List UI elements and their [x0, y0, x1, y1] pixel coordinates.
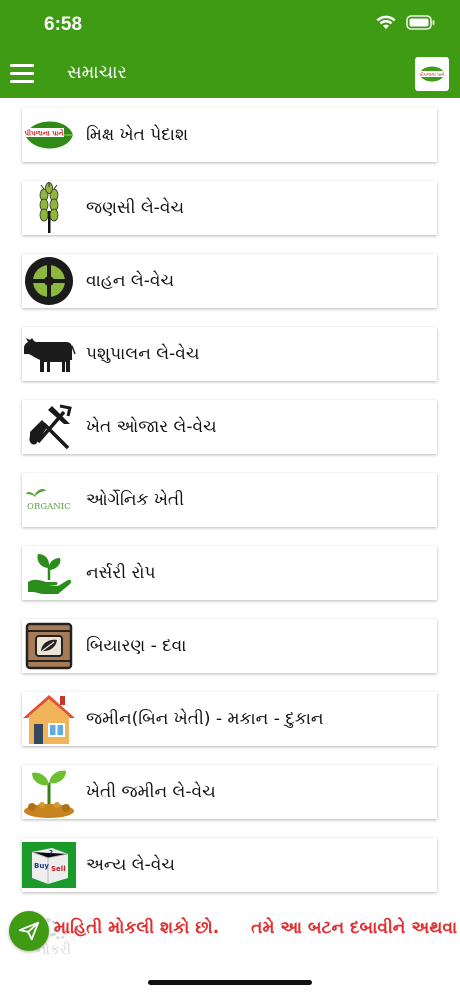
marquee-ticker: માહિતી મોકલી શકો છો. તમે આ બટન દબાવીને અથ… — [0, 906, 460, 952]
tire-icon — [22, 254, 76, 308]
svg-text:Buy: Buy — [34, 862, 49, 870]
seedling-hand-icon — [22, 546, 76, 600]
battery-icon — [406, 15, 435, 30]
wheat-icon — [22, 181, 76, 235]
list-item-label: બિયારણ - દવા — [86, 636, 187, 656]
list-item-label: જમીન(બિન ખેતી) - મકાન - દુકાન — [86, 709, 324, 729]
buy-sell-dice-icon: Buy Sell ? — [22, 838, 76, 892]
ticker-part-2: તમે આ બટન દબાવીને અથવા — [251, 918, 458, 938]
list-item-label: ખેતી જમીન લે-વેચ — [86, 782, 216, 802]
list-item[interactable]: પશુપાલન લે-વેચ — [22, 327, 437, 381]
organic-icon: ORGANIC — [22, 473, 76, 527]
list-item-label: પશુપાલન લે-વેચ — [86, 344, 200, 364]
seed-bag-icon — [22, 619, 76, 673]
list-item-label: વાહન લે-વેચ — [86, 271, 175, 291]
plant-soil-icon — [22, 765, 76, 819]
svg-text:પીપળાના પાને: પીપળાના પાને — [24, 128, 64, 137]
list-item-label: નર્સરી રોપ — [86, 563, 156, 583]
hamburger-menu-icon[interactable] — [10, 64, 34, 83]
list-item[interactable]: પીપળાના પાને મિક્ષ ખેત પેદાશ — [22, 108, 437, 162]
list-item[interactable]: ખેતી જમીન લે-વેચ — [22, 765, 437, 819]
list-item[interactable]: જણસી લે-વેચ — [22, 181, 437, 235]
list-item-label: ઓર્ગેનિક ખેતી — [86, 490, 185, 510]
list-item-label: મિક્ષ ખેત પેદાશ — [86, 125, 189, 145]
ticker-part-1: માહિતી મોકલી શકો છો. — [54, 918, 220, 938]
svg-text:Sell: Sell — [51, 865, 66, 873]
house-icon — [22, 692, 76, 746]
list-item[interactable]: વાહન લે-વેચ — [22, 254, 437, 308]
home-indicator[interactable] — [148, 980, 312, 985]
list-item[interactable]: બિયારણ - દવા — [22, 619, 437, 673]
list-item[interactable]: ORGANIC ઓર્ગેનિક ખેતી — [22, 473, 437, 527]
list-item-label: જણસી લે-વેચ — [86, 198, 185, 218]
send-icon — [18, 921, 40, 941]
svg-text:?: ? — [49, 849, 53, 857]
app-logo[interactable]: પીપળાના પાને — [415, 57, 449, 91]
list-item[interactable]: જમીન(બિન ખેતી) - મકાન - દુકાન — [22, 692, 437, 746]
svg-text:ORGANIC: ORGANIC — [27, 502, 71, 512]
page-title: સમાચાર — [67, 62, 127, 83]
leaf-logo-icon: પીપળાના પાને — [419, 66, 445, 82]
leaf-logo-icon: પીપળાના પાને — [22, 108, 76, 162]
tools-icon — [22, 400, 76, 454]
ticker-text: માહિતી મોકલી શકો છો. તમે આ બટન દબાવીને અથ… — [54, 918, 457, 938]
list-item[interactable]: નર્સરી રોપ — [22, 546, 437, 600]
cow-icon — [22, 327, 76, 381]
list-item[interactable]: ખેત ઓજાર લે-વેચ — [22, 400, 437, 454]
status-time: 6:58 — [44, 14, 83, 35]
send-info-button[interactable] — [9, 911, 49, 951]
list-item-label: ખેત ઓજાર લે-વેચ — [86, 417, 217, 437]
list-item-label: અન્ય લે-વેચ — [86, 855, 175, 875]
wifi-icon — [376, 15, 396, 29]
status-icons — [376, 15, 436, 30]
app-header: 6:58 સમાચાર પીપળાના પાને — [0, 0, 460, 98]
list-item[interactable]: Buy Sell ? અન્ય લે-વેચ — [22, 838, 437, 892]
